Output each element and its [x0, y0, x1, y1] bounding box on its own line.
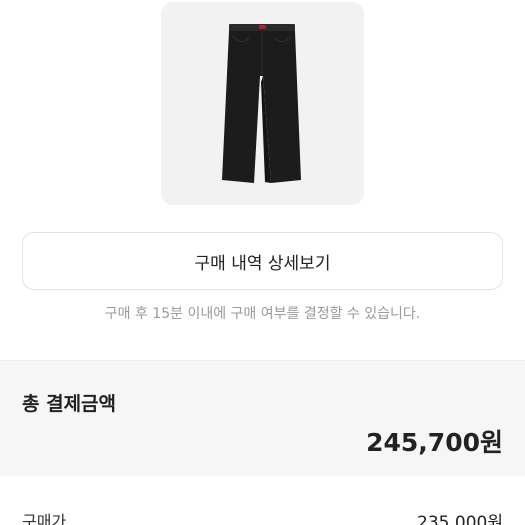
- total-payment-section: 총 결제금액 245,700원: [0, 360, 525, 476]
- view-purchase-details-label: 구매 내역 상세보기: [194, 253, 331, 274]
- total-payment-label: 총 결제금액: [22, 393, 117, 415]
- decision-notice: 구매 후 15분 이내에 구매 여부를 결정할 수 있습니다.: [104, 306, 421, 322]
- pants-image: [222, 24, 301, 183]
- total-payment-amount: 245,700원: [366, 428, 503, 457]
- purchase-complete-page: 구매 내역 상세보기 구매 후 15분 이내에 구매 여부를 결정할 수 있습니…: [0, 0, 525, 525]
- product-image-card[interactable]: [161, 2, 364, 205]
- purchase-price-row: 구매가 235,000원: [0, 508, 525, 525]
- view-purchase-details-button[interactable]: 구매 내역 상세보기: [22, 232, 503, 290]
- purchase-price-value: 235,000원: [417, 513, 503, 525]
- purchase-price-label: 구매가: [22, 512, 67, 525]
